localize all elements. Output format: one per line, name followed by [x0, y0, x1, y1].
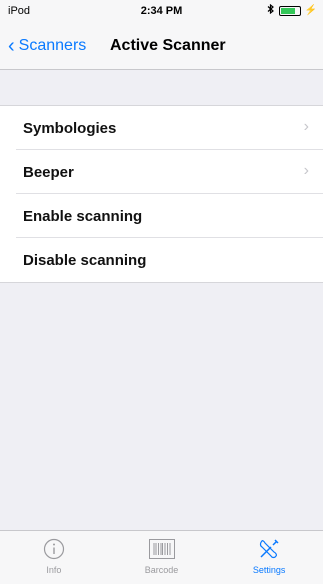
tab-label: Settings — [252, 565, 286, 575]
back-label: Scanners — [18, 37, 87, 54]
tab-label: Barcode — [144, 565, 179, 575]
menu-item-label: Symbologies — [23, 119, 117, 137]
chevron-left-icon: ‹ — [8, 35, 15, 57]
tab-bar: Info Barcode Settings — [0, 530, 323, 584]
tab-barcode[interactable]: Barcode — [108, 531, 216, 584]
top-bar: iPod 2:34 PM ⚡ ‹ Scanners Active Scanner — [0, 0, 323, 70]
battery-icon — [278, 5, 301, 16]
info-icon — [43, 537, 65, 561]
barcode-icon — [148, 537, 175, 561]
tab-info[interactable]: Info — [0, 531, 108, 584]
tab-settings[interactable]: Settings — [215, 531, 323, 584]
chevron-right-icon: › — [303, 118, 309, 135]
status-bar: iPod 2:34 PM ⚡ — [0, 0, 323, 22]
menu-item-beeper[interactable]: Beeper › — [0, 150, 323, 194]
menu-item-label: Disable scanning — [23, 251, 147, 269]
menu-item-label: Beeper — [23, 163, 74, 181]
tab-label: Info — [46, 565, 62, 575]
chevron-right-icon: › — [303, 162, 309, 179]
menu-item-label: Enable scanning — [23, 207, 143, 225]
battery-fill — [280, 7, 295, 14]
menu-item-symbologies[interactable]: Symbologies › — [0, 106, 323, 150]
back-button[interactable]: ‹ Scanners — [8, 35, 87, 57]
navigation-bar: ‹ Scanners Active Scanner — [0, 30, 323, 64]
status-icons: ⚡ — [267, 3, 317, 17]
menu-item-enable-scanning[interactable]: Enable scanning — [0, 194, 323, 238]
page-title: Active Scanner — [110, 37, 226, 54]
bluetooth-icon — [267, 3, 275, 17]
settings-list: Symbologies › Beeper › Enable scanning D… — [0, 105, 323, 283]
menu-item-disable-scanning[interactable]: Disable scanning — [0, 238, 323, 282]
charging-icon: ⚡ — [304, 5, 317, 16]
tools-icon — [257, 537, 281, 561]
